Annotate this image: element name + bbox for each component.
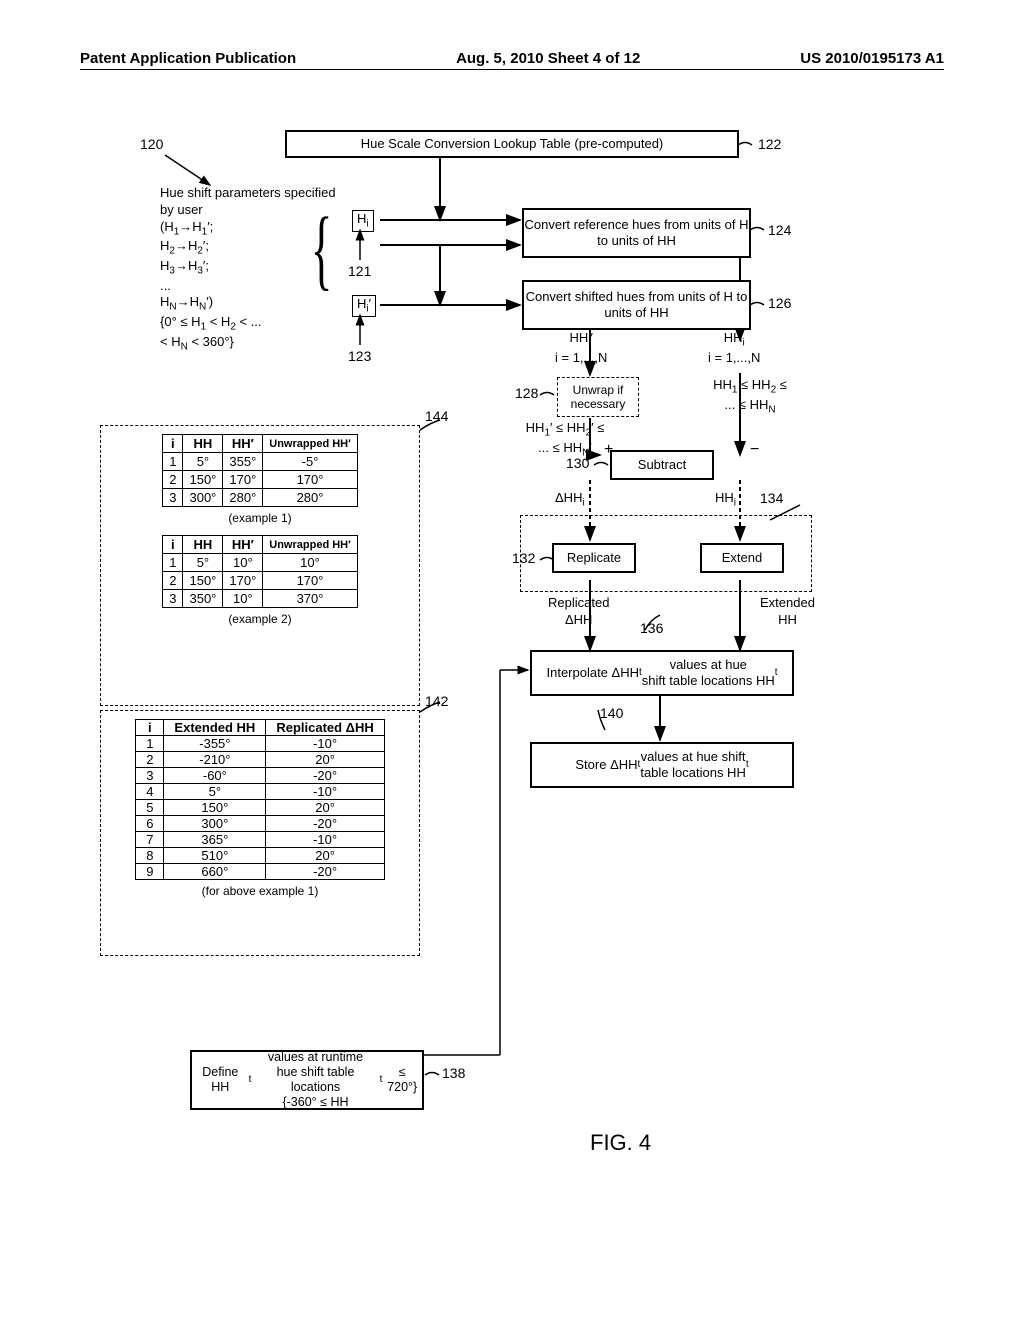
ref-144: 144 <box>425 408 448 424</box>
hhi-prime-label: HHi′i = 1,...,N <box>555 330 607 366</box>
hh-chain: HH1 ≤ HH2 ≤... ≤ HHN <box>690 377 810 416</box>
ref-134: 134 <box>760 490 783 506</box>
page-header: Patent Application Publication Aug. 5, 2… <box>80 50 944 70</box>
ref-136: 136 <box>640 620 663 636</box>
hhi-out-label: HHi <box>715 490 736 510</box>
extend-box: Extend <box>700 543 784 573</box>
example-table-1: iHHHH′Unwrapped HH′ 15°355°-5° 2150°170°… <box>162 434 358 507</box>
subtract-box: Subtract <box>610 450 714 480</box>
example-table-2: iHHHH′Unwrapped HH′ 15°10°10° 2150°170°1… <box>162 535 358 608</box>
params-title: Hue shift parameters specified by user <box>160 185 336 217</box>
ref-132: 132 <box>512 550 535 566</box>
header-right: US 2010/0195173 A1 <box>800 50 944 67</box>
unwrap-box: Unwrap if necessary <box>557 377 639 417</box>
ref-126: 126 <box>768 295 791 311</box>
ref-138: 138 <box>442 1065 465 1081</box>
table2-caption: (example 2) <box>101 612 419 626</box>
conv-ref-label: Convert reference hues from units of H t… <box>524 217 749 248</box>
replicated-dhh-label: ReplicatedΔHH <box>548 595 609 629</box>
lookup-table-box: Hue Scale Conversion Lookup Table (pre-c… <box>285 130 739 158</box>
figure-4-diagram: Hue Scale Conversion Lookup Table (pre-c… <box>100 130 920 1190</box>
header-center: Aug. 5, 2010 Sheet 4 of 12 <box>456 50 640 67</box>
ref-122: 122 <box>758 136 781 152</box>
ref-120: 120 <box>140 136 163 152</box>
unwrap-label: Unwrap if necessary <box>558 383 638 412</box>
extended-hh-label: ExtendedHH <box>760 595 815 629</box>
ref-130: 130 <box>566 455 589 471</box>
dhhi-label: ΔHHi <box>555 490 585 510</box>
ref-140: 140 <box>600 705 623 721</box>
ref-121: 121 <box>348 263 371 279</box>
interpolate-box: Interpolate ΔHHt values at hueshift tabl… <box>530 650 794 696</box>
hi-symbol: Hi <box>352 210 374 232</box>
ref-124: 124 <box>768 222 791 238</box>
hip-symbol: Hi′ <box>352 295 376 317</box>
convert-shifted-box: Convert shifted hues from units of H to … <box>522 280 751 330</box>
store-box: Store ΔHHt values at hue shifttable loca… <box>530 742 794 788</box>
figure-label: FIG. 4 <box>590 1130 651 1156</box>
extended-table: iExtended HHReplicated ΔHH 1-355°-10° 2-… <box>135 719 385 880</box>
extended-table-group-142: iExtended HHReplicated ΔHH 1-355°-10° 2-… <box>100 710 420 956</box>
subtract-label: Subtract <box>638 457 686 473</box>
table3-caption: (for above example 1) <box>101 884 419 898</box>
replicate-box: Replicate <box>552 543 636 573</box>
convert-reference-box: Convert reference hues from units of H t… <box>522 208 751 258</box>
hhi-label: HHii = 1,...,N <box>708 330 760 366</box>
ref-123: 123 <box>348 348 371 364</box>
minus-sign: − <box>750 440 759 461</box>
define-hht-box: Define HHt values at runtimehue shift ta… <box>190 1050 424 1110</box>
replicate-label: Replicate <box>567 550 621 566</box>
ref-128: 128 <box>515 385 538 401</box>
table1-caption: (example 1) <box>101 511 419 525</box>
lookup-table-label: Hue Scale Conversion Lookup Table (pre-c… <box>361 136 664 152</box>
conv-shift-label: Convert shifted hues from units of H to … <box>524 289 749 320</box>
ref-142: 142 <box>425 693 448 709</box>
header-left: Patent Application Publication <box>80 50 296 67</box>
examples-group-144: iHHHH′Unwrapped HH′ 15°355°-5° 2150°170°… <box>100 425 420 706</box>
extend-label: Extend <box>722 550 762 566</box>
